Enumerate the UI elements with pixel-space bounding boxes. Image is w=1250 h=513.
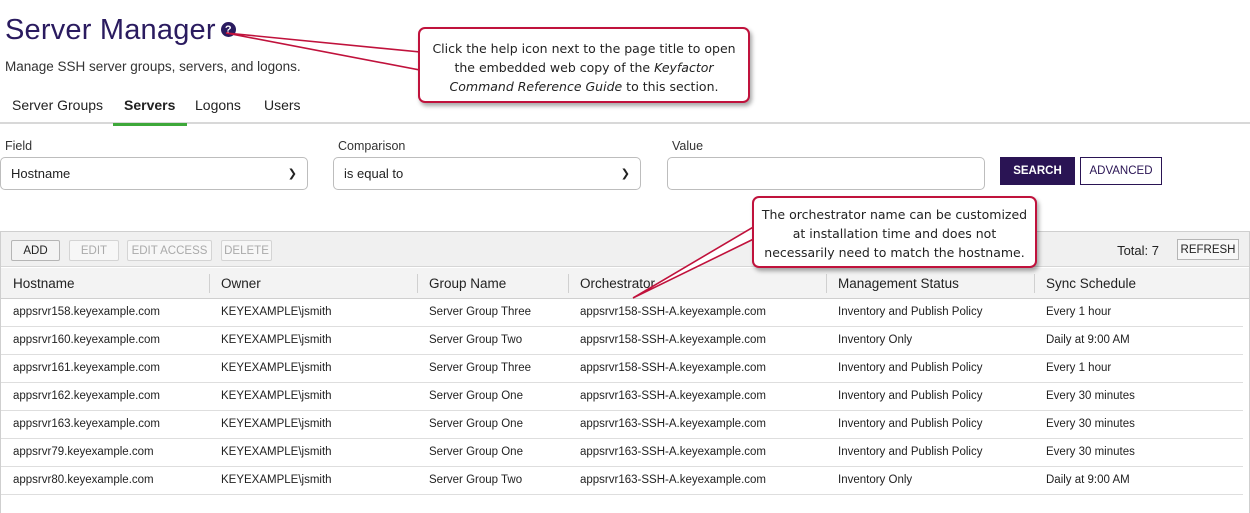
cell-owner: KEYEXAMPLE\jsmith — [221, 390, 332, 402]
edit-access-button[interactable]: EDIT ACCESS — [127, 240, 212, 261]
cell-owner: KEYEXAMPLE\jsmith — [221, 418, 332, 430]
table-row[interactable]: appsrvr160.keyexample.com KEYEXAMPLE\jsm… — [1, 327, 1243, 355]
edit-button[interactable]: EDIT — [69, 240, 119, 261]
cell-orchestrator: appsrvr158-SSH-A.keyexample.com — [580, 362, 766, 374]
delete-button[interactable]: DELETE — [221, 240, 272, 261]
cell-hostname: appsrvr162.keyexample.com — [13, 390, 161, 402]
advanced-button[interactable]: ADVANCED — [1080, 157, 1162, 185]
field-select[interactable]: Hostname ❯ — [0, 157, 308, 190]
column-divider[interactable] — [1034, 274, 1035, 293]
servers-grid: ADD EDIT EDIT ACCESS DELETE Total: 7 REF… — [0, 231, 1250, 513]
cell-group-name: Server Group One — [429, 446, 523, 458]
table-row[interactable]: appsrvr158.keyexample.com KEYEXAMPLE\jsm… — [1, 299, 1243, 327]
cell-group-name: Server Group One — [429, 418, 523, 430]
column-header-orchestrator[interactable]: Orchestrator — [580, 276, 655, 291]
help-callout-line-3: Command Reference Guide to this section. — [449, 79, 719, 94]
cell-orchestrator: appsrvr163-SSH-A.keyexample.com — [580, 390, 766, 402]
column-header-group-name[interactable]: Group Name — [429, 276, 506, 291]
cell-group-name: Server Group One — [429, 390, 523, 402]
orchestrator-callout-line-1: The orchestrator name can be customized — [761, 207, 1028, 222]
cell-group-name: Server Group Two — [429, 334, 523, 346]
cell-sync-schedule: Every 30 minutes — [1046, 446, 1135, 458]
column-divider[interactable] — [826, 274, 827, 293]
comparison-select[interactable]: is equal to ❯ — [333, 157, 641, 190]
help-callout: Click the help icon next to the page tit… — [418, 27, 750, 103]
cell-orchestrator: appsrvr158-SSH-A.keyexample.com — [580, 334, 766, 346]
column-divider[interactable] — [568, 274, 569, 293]
cell-owner: KEYEXAMPLE\jsmith — [221, 474, 332, 486]
cell-hostname: appsrvr163.keyexample.com — [13, 418, 161, 430]
comparison-select-value: is equal to — [344, 166, 404, 181]
column-divider[interactable] — [417, 274, 418, 293]
cell-sync-schedule: Daily at 9:00 AM — [1046, 334, 1130, 346]
cell-management-status: Inventory and Publish Policy — [838, 306, 983, 318]
column-divider[interactable] — [209, 274, 210, 293]
cell-orchestrator: appsrvr163-SSH-A.keyexample.com — [580, 446, 766, 458]
table-row[interactable]: appsrvr80.keyexample.com KEYEXAMPLE\jsmi… — [1, 467, 1243, 495]
cell-sync-schedule: Every 30 minutes — [1046, 390, 1135, 402]
cell-orchestrator: appsrvr163-SSH-A.keyexample.com — [580, 474, 766, 486]
column-header-owner[interactable]: Owner — [221, 276, 261, 291]
tab-users[interactable]: Users — [264, 97, 301, 123]
orchestrator-callout-line-3: necessarily need to match the hostname. — [764, 245, 1025, 260]
cell-group-name: Server Group Two — [429, 474, 523, 486]
tab-server-groups[interactable]: Server Groups — [12, 97, 103, 123]
title-row: Server Manager ? — [5, 14, 236, 47]
help-callout-line-1: Click the help icon next to the page tit… — [432, 41, 736, 56]
cell-hostname: appsrvr79.keyexample.com — [13, 446, 154, 458]
refresh-button[interactable]: REFRESH — [1177, 239, 1239, 260]
total-count: Total: 7 — [1117, 243, 1159, 258]
field-select-value: Hostname — [11, 166, 71, 181]
cell-hostname: appsrvr80.keyexample.com — [13, 474, 154, 486]
table-row[interactable]: appsrvr79.keyexample.com KEYEXAMPLE\jsmi… — [1, 439, 1243, 467]
table-row[interactable]: appsrvr163.keyexample.com KEYEXAMPLE\jsm… — [1, 411, 1243, 439]
help-icon[interactable]: ? — [220, 22, 236, 37]
cell-management-status: Inventory Only — [838, 474, 913, 486]
cell-management-status: Inventory and Publish Policy — [838, 418, 983, 430]
cell-group-name: Server Group Three — [429, 362, 532, 374]
help-callout-line-2: the embedded web copy of the Keyfactor — [454, 60, 714, 75]
page-subtitle: Manage SSH server groups, servers, and l… — [5, 59, 301, 74]
cell-orchestrator: appsrvr158-SSH-A.keyexample.com — [580, 306, 766, 318]
cell-hostname: appsrvr161.keyexample.com — [13, 362, 161, 374]
table-row[interactable]: appsrvr161.keyexample.com KEYEXAMPLE\jsm… — [1, 355, 1243, 383]
cell-orchestrator: appsrvr163-SSH-A.keyexample.com — [580, 418, 766, 430]
field-label: Field — [5, 139, 33, 153]
orchestrator-callout: The orchestrator name can be customized … — [752, 196, 1037, 268]
table-row[interactable]: appsrvr162.keyexample.com KEYEXAMPLE\jsm… — [1, 383, 1243, 411]
column-header-sync-schedule[interactable]: Sync Schedule — [1046, 276, 1136, 291]
cell-sync-schedule: Every 30 minutes — [1046, 418, 1135, 430]
grid-toolbar: ADD EDIT EDIT ACCESS DELETE Total: 7 REF… — [1, 232, 1249, 267]
cell-hostname: appsrvr158.keyexample.com — [13, 306, 161, 318]
cell-hostname: appsrvr160.keyexample.com — [13, 334, 161, 346]
tab-logons[interactable]: Logons — [195, 97, 241, 123]
cell-sync-schedule: Every 1 hour — [1046, 362, 1112, 374]
cell-sync-schedule: Every 1 hour — [1046, 306, 1112, 318]
cell-owner: KEYEXAMPLE\jsmith — [221, 334, 332, 346]
cell-owner: KEYEXAMPLE\jsmith — [221, 446, 332, 458]
comparison-label: Comparison — [338, 139, 406, 153]
add-button[interactable]: ADD — [11, 240, 60, 261]
cell-management-status: Inventory and Publish Policy — [838, 446, 983, 458]
column-header-hostname[interactable]: Hostname — [13, 276, 75, 291]
column-header-management-status[interactable]: Management Status — [838, 276, 959, 291]
cell-sync-schedule: Daily at 9:00 AM — [1046, 474, 1130, 486]
cell-owner: KEYEXAMPLE\jsmith — [221, 306, 332, 318]
cell-management-status: Inventory Only — [838, 334, 913, 346]
page-title: Server Manager — [5, 14, 216, 46]
search-button[interactable]: SEARCH — [1000, 157, 1075, 185]
tab-servers[interactable]: Servers — [113, 97, 188, 126]
chevron-down-icon: ❯ — [620, 168, 630, 180]
cell-management-status: Inventory and Publish Policy — [838, 390, 983, 402]
orchestrator-callout-line-2: at installation time and does not — [792, 226, 997, 241]
table-header: Hostname Owner Group Name Orchestrator M… — [1, 268, 1249, 299]
cell-management-status: Inventory and Publish Policy — [838, 362, 983, 374]
value-label: Value — [672, 139, 704, 153]
chevron-down-icon: ❯ — [287, 168, 297, 180]
cell-group-name: Server Group Three — [429, 306, 532, 318]
cell-owner: KEYEXAMPLE\jsmith — [221, 362, 332, 374]
value-input[interactable] — [667, 157, 985, 190]
